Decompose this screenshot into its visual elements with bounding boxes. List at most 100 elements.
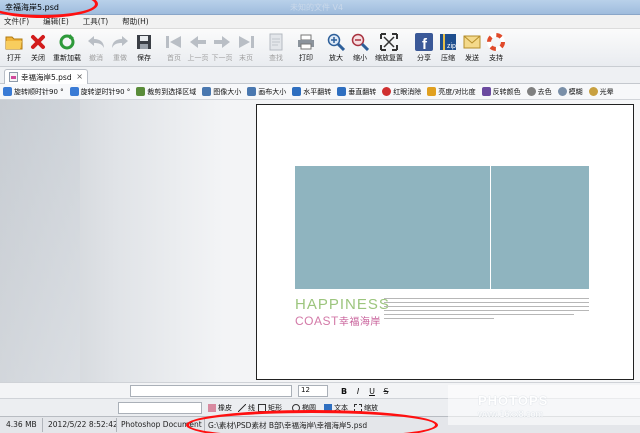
save-label: 保存 bbox=[137, 54, 151, 62]
compress-button[interactable]: zip 压缩 bbox=[436, 29, 460, 67]
zoom-out-icon bbox=[351, 32, 370, 51]
watermark: PHOTOPS www.16xx8.com bbox=[448, 385, 640, 425]
document-subline-cn: 幸福海岸 bbox=[338, 317, 381, 328]
next-page-button[interactable]: 下一页 bbox=[210, 29, 234, 67]
next-page-label: 下一页 bbox=[211, 54, 233, 62]
desaturate-button[interactable]: 去色 bbox=[526, 87, 552, 97]
save-button[interactable]: 保存 bbox=[132, 29, 156, 67]
zoom-out-button[interactable]: 缩小 bbox=[348, 29, 372, 67]
window-subtitle: 未知的文件 V4 bbox=[290, 3, 344, 12]
eraser-button[interactable]: 橡皮 bbox=[208, 403, 232, 413]
reload-button[interactable]: 重新加载 bbox=[50, 29, 84, 67]
lifebuoy-icon bbox=[487, 32, 506, 51]
brightness-button[interactable]: 亮度/对比度 bbox=[427, 87, 476, 97]
left-panel-shadow bbox=[0, 100, 80, 400]
annotation-ellipse-path bbox=[186, 410, 438, 433]
flip-vertical-icon bbox=[337, 87, 347, 96]
document-tab-label: 幸福海岸5.psd bbox=[21, 72, 72, 82]
invert-color-icon bbox=[481, 87, 491, 96]
close-button[interactable]: 关闭 bbox=[26, 29, 50, 67]
glow-button[interactable]: 光晕 bbox=[588, 87, 614, 97]
canvas-size-button[interactable]: 画布大小 bbox=[247, 87, 286, 97]
blur-button[interactable]: 模糊 bbox=[557, 87, 583, 97]
compress-label: 压缩 bbox=[441, 54, 455, 62]
canvas-size-icon bbox=[247, 87, 257, 96]
support-button[interactable]: 支持 bbox=[484, 29, 508, 67]
psd-file-icon bbox=[9, 72, 18, 82]
document-photo-left bbox=[295, 166, 490, 289]
bold-button[interactable]: B bbox=[338, 385, 350, 397]
document-subline: COAST幸福海岸 bbox=[295, 313, 381, 328]
canvas-size-label: 画布大小 bbox=[258, 87, 287, 96]
facebook-icon: f bbox=[415, 32, 434, 51]
print-button[interactable]: 打印 bbox=[294, 29, 318, 67]
crop-button[interactable]: 裁剪到选择区域 bbox=[136, 87, 196, 97]
rotate-cw-label: 旋转顺时针90 ° bbox=[14, 87, 64, 96]
document-body-line bbox=[384, 314, 574, 315]
desaturate-label: 去色 bbox=[537, 87, 552, 96]
share-button[interactable]: f 分享 bbox=[412, 29, 436, 67]
flip-horizontal-icon bbox=[292, 87, 302, 96]
flip-horizontal-label: 水平翻转 bbox=[303, 87, 332, 96]
flip-vertical-button[interactable]: 垂直翻转 bbox=[337, 87, 376, 97]
find-button[interactable]: 查找 bbox=[264, 29, 288, 67]
first-page-icon bbox=[165, 32, 184, 51]
status-modified-date: 2012/5/22 8:52:42 bbox=[48, 420, 118, 429]
flip-horizontal-button[interactable]: 水平翻转 bbox=[292, 87, 331, 97]
flip-vertical-label: 垂直翻转 bbox=[348, 87, 377, 96]
underline-button[interactable]: U bbox=[366, 385, 378, 397]
first-page-button[interactable]: 首页 bbox=[162, 29, 186, 67]
line-icon bbox=[238, 404, 246, 412]
close-x-icon bbox=[29, 32, 48, 51]
zoom-reset-button[interactable]: 缩放复置 bbox=[372, 29, 406, 67]
image-size-label: 图像大小 bbox=[213, 87, 242, 96]
zoom-in-button[interactable]: 放大 bbox=[324, 29, 348, 67]
zoom-out-label: 缩小 bbox=[353, 54, 367, 62]
red-eye-icon bbox=[382, 87, 392, 96]
invert-color-label: 反转颜色 bbox=[492, 87, 521, 96]
red-eye-button[interactable]: 红眼消除 bbox=[382, 87, 421, 97]
rotate-cw-button[interactable]: 旋转顺时针90 ° bbox=[3, 87, 64, 97]
document-tab[interactable]: 幸福海岸5.psd × bbox=[4, 69, 88, 84]
status-file-size: 4.36 MB bbox=[6, 420, 37, 429]
undo-button[interactable]: 撤消 bbox=[84, 29, 108, 67]
last-page-label: 末页 bbox=[239, 54, 253, 62]
redo-icon bbox=[111, 32, 130, 51]
printer-icon bbox=[297, 32, 316, 51]
italic-button[interactable]: I bbox=[352, 385, 364, 397]
redo-label: 重做 bbox=[113, 54, 127, 62]
tab-close-icon[interactable]: × bbox=[76, 72, 83, 81]
draw-option-select[interactable] bbox=[118, 402, 202, 414]
zoom-reset-icon bbox=[380, 32, 399, 51]
menu-file[interactable]: 文件(F) bbox=[4, 16, 29, 27]
font-select[interactable] bbox=[130, 385, 292, 397]
crop-label: 裁剪到选择区域 bbox=[147, 87, 197, 96]
font-size-select[interactable]: 12 bbox=[298, 385, 328, 397]
status-divider bbox=[42, 418, 43, 432]
rotate-ccw-button[interactable]: 旋转逆时针90 ° bbox=[69, 87, 130, 97]
strikethrough-button[interactable]: S bbox=[380, 385, 392, 397]
brightness-label: 亮度/对比度 bbox=[438, 87, 476, 96]
last-page-button[interactable]: 末页 bbox=[234, 29, 258, 67]
menu-help[interactable]: 帮助(H) bbox=[122, 16, 149, 27]
svg-text:zip: zip bbox=[447, 43, 456, 50]
prev-page-button[interactable]: 上一页 bbox=[186, 29, 210, 67]
undo-icon bbox=[87, 32, 106, 51]
menu-tools[interactable]: 工具(T) bbox=[83, 16, 108, 27]
rotate-ccw-icon bbox=[69, 87, 79, 96]
document-body-line bbox=[384, 310, 589, 311]
invert-color-button[interactable]: 反转颜色 bbox=[481, 87, 521, 97]
image-size-button[interactable]: 图像大小 bbox=[202, 87, 241, 97]
watermark-line2: www.16xx8.com bbox=[478, 409, 544, 419]
send-button[interactable]: 发送 bbox=[460, 29, 484, 67]
open-button[interactable]: 打开 bbox=[2, 29, 26, 67]
desaturate-icon bbox=[526, 87, 536, 96]
redo-button[interactable]: 重做 bbox=[108, 29, 132, 67]
share-label: 分享 bbox=[417, 54, 431, 62]
last-page-icon bbox=[237, 32, 256, 51]
eraser-icon bbox=[208, 404, 216, 412]
brightness-icon bbox=[427, 87, 437, 96]
reload-icon bbox=[58, 32, 77, 51]
glow-icon bbox=[588, 87, 598, 96]
compress-icon: zip bbox=[439, 32, 458, 51]
